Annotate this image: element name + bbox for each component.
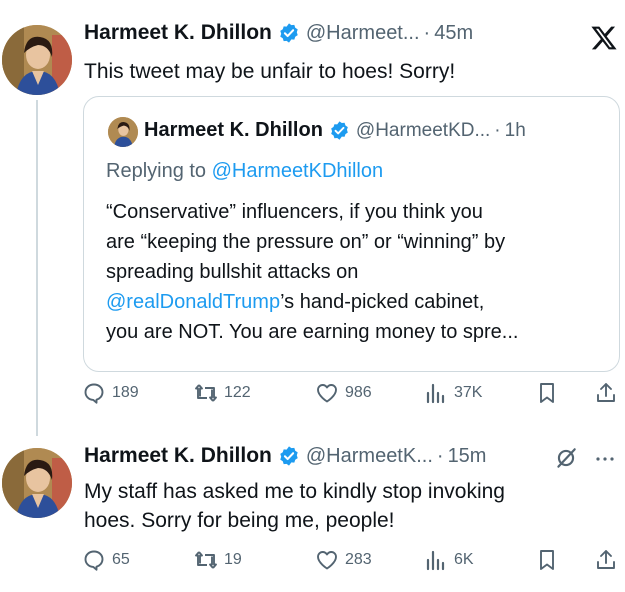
- quote-text: “Conservative” influencers, if you think…: [106, 197, 616, 347]
- tweet-actions: 65 19 283 6K: [82, 548, 622, 582]
- quote-author-name: Harmeet K. Dhillon: [144, 119, 323, 141]
- views-button[interactable]: 37K: [424, 381, 482, 405]
- more-icon[interactable]: [593, 447, 617, 471]
- tweet-header: Harmeet K. Dhillon @HarmeetK... · 15m: [84, 444, 486, 468]
- timestamp[interactable]: 45m: [434, 22, 473, 45]
- tweet-actions: 189 122 986 37K: [82, 381, 622, 415]
- tweet-2[interactable]: Harmeet K. Dhillon @HarmeetK... · 15m My…: [0, 430, 625, 592]
- bookmark-icon: [540, 383, 554, 403]
- timestamp[interactable]: 15m: [448, 445, 487, 468]
- like-button[interactable]: 986: [315, 381, 372, 405]
- quote-avatar: [108, 117, 138, 147]
- verified-badge-icon: [331, 121, 348, 140]
- avatar[interactable]: [2, 448, 72, 518]
- repost-button[interactable]: 19: [194, 548, 242, 572]
- grok-icon[interactable]: [553, 445, 579, 471]
- views-button[interactable]: 6K: [424, 548, 474, 572]
- author-handle[interactable]: @HarmeetK...: [306, 445, 433, 468]
- verified-badge-icon: [280, 446, 298, 466]
- separator-dot: ·: [423, 21, 431, 44]
- reply-count: 65: [112, 551, 130, 568]
- reply-button[interactable]: 65: [82, 548, 130, 572]
- like-icon: [317, 384, 337, 403]
- quote-author-handle: @HarmeetKD...: [355, 119, 491, 141]
- author-name[interactable]: Harmeet K. Dhillon: [84, 444, 272, 468]
- verified-badge-icon: [280, 23, 298, 43]
- like-count: 283: [345, 551, 372, 568]
- share-icon: [597, 383, 615, 402]
- replying-label: Replying to: [106, 160, 212, 182]
- repost-button[interactable]: 122: [194, 381, 251, 405]
- quote-line-rest: ’s hand-picked cabinet,: [280, 291, 485, 313]
- replying-handle-link[interactable]: @HarmeetKDhillon: [212, 160, 383, 182]
- like-count: 986: [345, 384, 372, 401]
- quote-timestamp: 1h: [504, 119, 526, 141]
- like-button[interactable]: 283: [315, 548, 372, 572]
- separator-dot: ·: [494, 119, 501, 141]
- views-icon: [426, 550, 445, 571]
- quoted-tweet[interactable]: Harmeet K. Dhillon @HarmeetKD... · 1h Re…: [83, 96, 620, 372]
- reply-icon: [84, 550, 104, 571]
- views-count: 6K: [454, 551, 474, 568]
- quote-header: Harmeet K. Dhillon @HarmeetKD... · 1h: [144, 119, 526, 142]
- reply-count: 189: [112, 384, 139, 401]
- tweet-line: hoes. Sorry for being me, people!: [84, 509, 395, 532]
- quote-line: you are NOT. You are earning money to sp…: [106, 321, 519, 343]
- author-handle[interactable]: @Harmeet...: [306, 22, 420, 45]
- repost-count: 122: [224, 384, 251, 401]
- replying-to: Replying to @HarmeetKDhillon: [106, 157, 383, 186]
- quote-line: spreading bullshit attacks on: [106, 261, 359, 283]
- tweet-header: Harmeet K. Dhillon @Harmeet... · 45m: [84, 21, 473, 45]
- views-count: 37K: [454, 384, 483, 401]
- share-button[interactable]: [594, 548, 618, 572]
- bookmark-button[interactable]: [535, 381, 559, 405]
- bookmark-button[interactable]: [535, 548, 559, 572]
- tweet-text: My staff has asked me to kindly stop inv…: [84, 477, 505, 535]
- avatar[interactable]: [2, 25, 72, 95]
- author-name[interactable]: Harmeet K. Dhillon: [84, 21, 272, 45]
- share-icon: [597, 550, 615, 569]
- tweet-text: This tweet may be unfair to hoes! Sorry!: [84, 60, 456, 83]
- quote-line: “Conservative” influencers, if you think…: [106, 201, 483, 223]
- reply-button[interactable]: 189: [82, 381, 139, 405]
- repost-icon: [195, 384, 217, 402]
- separator-dot: ·: [436, 444, 444, 467]
- tweet-1[interactable]: Harmeet K. Dhillon @Harmeet... · 45m Thi…: [0, 0, 625, 430]
- like-icon: [317, 551, 337, 570]
- repost-icon: [195, 551, 217, 569]
- repost-count: 19: [224, 551, 242, 568]
- quote-line: are “keeping the pressure on” or “winnin…: [106, 231, 506, 253]
- tweet-line: My staff has asked me to kindly stop inv…: [84, 480, 505, 503]
- views-icon: [426, 383, 445, 404]
- quote-line: @realDonaldTrump’s hand-picked cabinet,: [106, 287, 616, 317]
- mention-link[interactable]: @realDonaldTrump: [106, 291, 280, 313]
- reply-icon: [84, 383, 104, 404]
- bookmark-icon: [540, 550, 554, 570]
- share-button[interactable]: [594, 381, 618, 405]
